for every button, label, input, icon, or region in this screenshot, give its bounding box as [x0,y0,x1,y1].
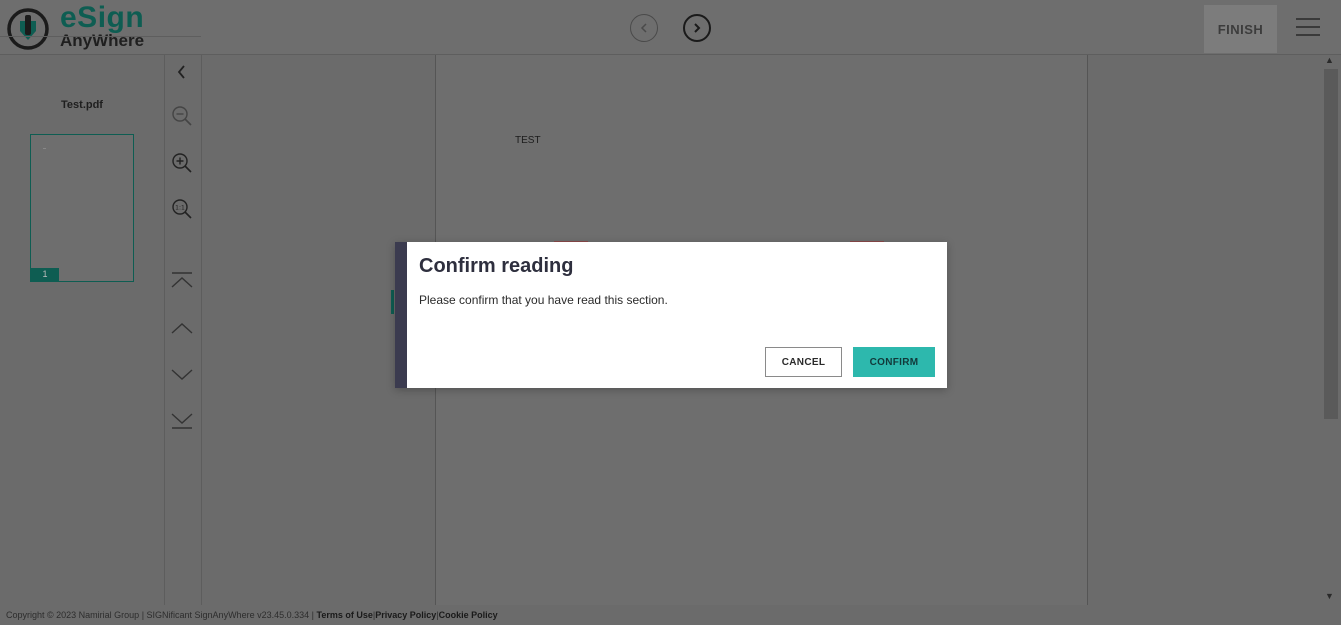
previous-page-icon[interactable] [170,316,194,340]
logo-mark-icon [7,8,49,50]
footer: Copyright © 2023 Namirial Group | SIGNif… [0,605,1341,625]
top-bar: eSign AnyWhere FINISH [0,0,1341,55]
chevron-left-icon [640,23,647,33]
logo-esign-text: eSign [60,1,145,34]
file-name: Test.pdf [61,99,103,111]
document-text: TEST [515,135,541,146]
confirm-button[interactable]: CONFIRM [853,347,935,377]
next-field-button[interactable] [683,14,711,42]
esign-anywhere-logo: eSign AnyWhere [6,1,156,51]
dialog-message: Please confirm that you have read this s… [419,293,668,307]
chevron-right-icon [694,23,701,33]
scroll-up-icon[interactable]: ▲ [1325,55,1334,65]
dialog-accent-bar [395,242,407,388]
collapse-panel-icon[interactable] [170,60,194,84]
zoom-reset-icon[interactable]: 1:1 [170,197,194,221]
first-page-icon[interactable] [170,270,194,294]
document-scrollbar[interactable]: ▲ ▼ [1321,55,1341,605]
finish-button[interactable]: FINISH [1204,5,1277,53]
scroll-down-icon[interactable]: ▼ [1325,591,1334,601]
privacy-policy-link[interactable]: Privacy Policy [375,610,436,620]
scroll-thumb[interactable] [1324,69,1338,419]
zoom-in-icon[interactable] [170,151,194,175]
terms-of-use-link[interactable]: Terms of Use [316,610,372,620]
zoom-out-icon[interactable] [170,104,194,128]
confirm-reading-dialog: Confirm reading Please confirm that you … [395,242,947,388]
copyright-text: Copyright © 2023 Namirial Group | SIGNif… [6,610,314,620]
page-number-badge: 1 [31,268,59,281]
thumbnail-panel: Test.pdf 1 [0,55,165,605]
next-page-icon[interactable] [170,362,194,386]
page-thumbnail[interactable]: 1 [30,134,134,282]
previous-field-button[interactable] [630,14,658,42]
dialog-title: Confirm reading [419,255,574,277]
last-page-icon[interactable] [170,408,194,432]
hamburger-menu-icon[interactable] [1296,18,1320,38]
cookie-policy-link[interactable]: Cookie Policy [439,610,498,620]
logo-anywhere-text: AnyWhere [60,31,145,50]
cancel-button[interactable]: CANCEL [765,347,842,377]
field-marker [391,290,394,314]
svg-text:1:1: 1:1 [175,205,185,212]
